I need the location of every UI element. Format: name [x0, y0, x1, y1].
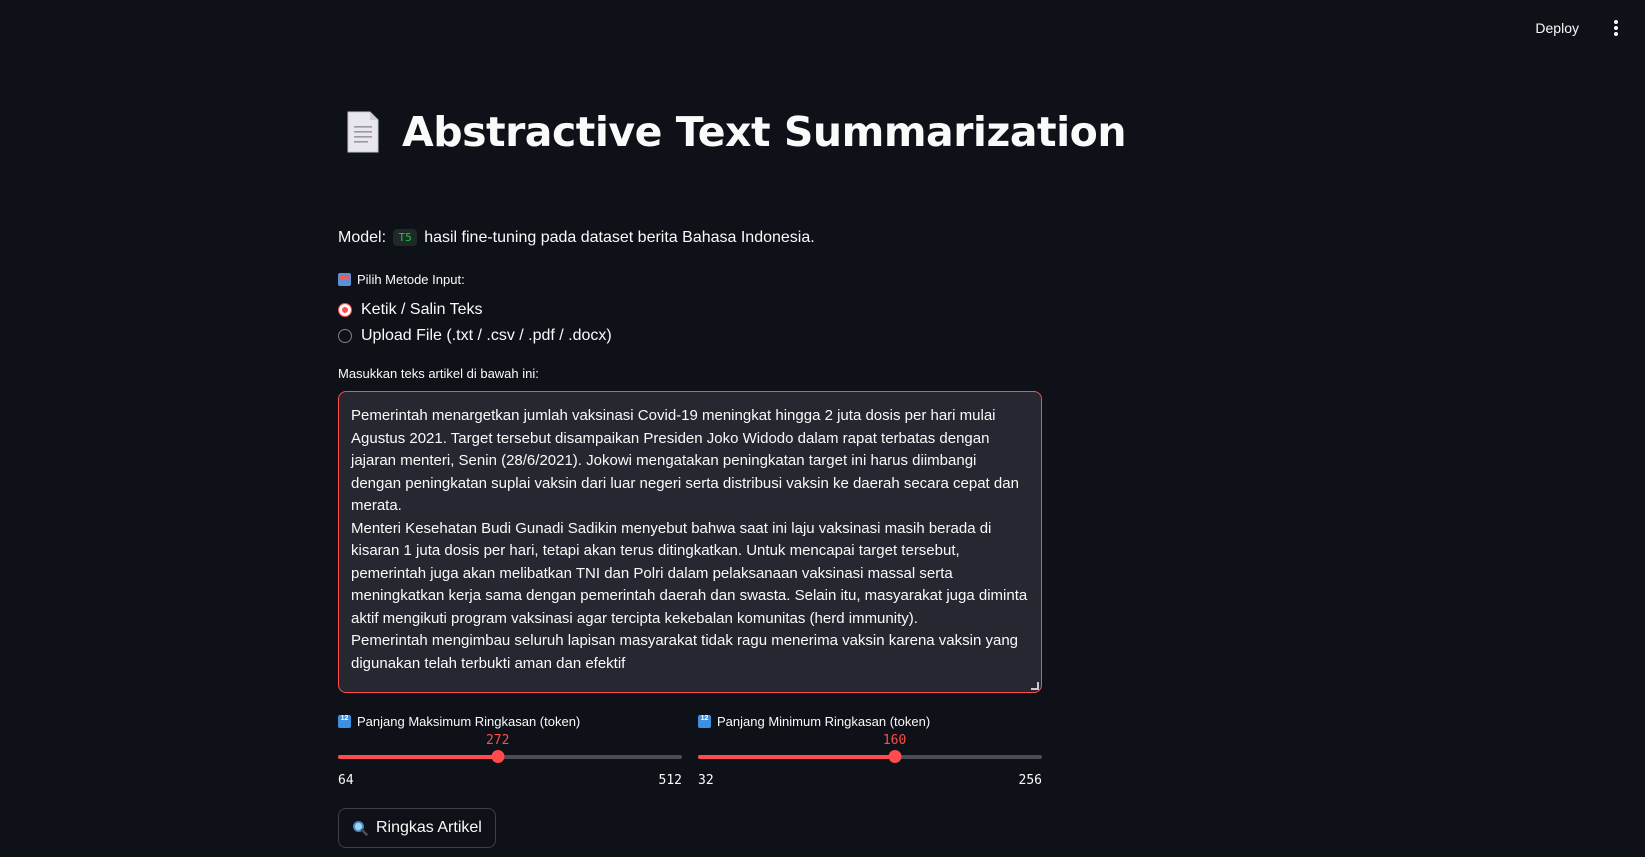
page-title-text: Abstractive Text Summarization: [402, 108, 1127, 156]
article-paragraph: Menteri Kesehatan Budi Gunadi Sadikin me…: [351, 519, 1028, 627]
slider-thumb[interactable]: [491, 750, 505, 763]
min-length-label: Panjang Minimum Ringkasan (token): [698, 712, 1042, 730]
input-method-radio-group: Ketik / Salin Teks Upload File (.txt / .…: [338, 297, 612, 349]
page-facing-up-icon: [347, 111, 379, 153]
page-title: Abstractive Text Summarization: [346, 104, 1127, 160]
magnifying-glass-icon: [353, 821, 368, 836]
model-code-badge: T5: [393, 229, 417, 246]
model-description: hasil fine-tuning pada dataset berita Ba…: [424, 229, 815, 246]
deploy-button[interactable]: Deploy: [1531, 18, 1583, 38]
max-length-max: 512: [658, 773, 682, 788]
min-length-label-text: Panjang Minimum Ringkasan (token): [717, 713, 931, 729]
slider-track[interactable]: [698, 750, 1042, 763]
inbox-tray-icon: [338, 273, 351, 286]
max-length-slider: Panjang Maksimum Ringkasan (token) 272 6…: [338, 712, 682, 788]
radio-option-upload-file[interactable]: Upload File (.txt / .csv / .pdf / .docx): [338, 323, 612, 349]
more-vert-icon[interactable]: [1609, 18, 1623, 38]
input-numbers-icon: [338, 714, 351, 728]
min-length-min: 32: [698, 773, 714, 788]
radio-option-label: Ketik / Salin Teks: [361, 301, 483, 318]
slider-thumb[interactable]: [888, 750, 902, 763]
min-length-value: 160: [882, 733, 907, 748]
summarize-button-label: Ringkas Artikel: [376, 819, 482, 836]
slider-fill: [698, 755, 895, 759]
article-textarea[interactable]: Pemerintah menargetkan jumlah vaksinasi …: [338, 391, 1042, 693]
radio-option-type-text[interactable]: Ketik / Salin Teks: [338, 297, 612, 323]
max-length-value: 272: [485, 733, 510, 748]
article-paragraph: Pemerintah menargetkan jumlah vaksinasi …: [351, 407, 1019, 514]
min-length-slider: Panjang Minimum Ringkasan (token) 160 32…: [698, 712, 1042, 788]
radio-unselected-indicator[interactable]: [338, 329, 352, 343]
min-length-max: 256: [1018, 773, 1042, 788]
article-input-label: Masukkan teks artikel di bawah ini:: [338, 366, 539, 381]
top-bar: Deploy: [0, 0, 1645, 56]
slider-track[interactable]: [338, 750, 682, 763]
radio-selected-indicator[interactable]: [338, 303, 352, 317]
radio-option-label: Upload File (.txt / .csv / .pdf / .docx): [361, 327, 612, 344]
slider-fill: [338, 755, 498, 759]
article-paragraph: Pemerintah mengimbau seluruh lapisan mas…: [351, 632, 1019, 672]
max-length-label-text: Panjang Maksimum Ringkasan (token): [357, 713, 581, 729]
input-numbers-icon: [698, 714, 711, 728]
model-info: Model: T5 hasil fine-tuning pada dataset…: [338, 229, 815, 247]
model-prefix: Model:: [338, 229, 387, 246]
max-length-min: 64: [338, 773, 354, 788]
max-length-label: Panjang Maksimum Ringkasan (token): [338, 712, 682, 730]
resize-handle[interactable]: [1031, 682, 1039, 690]
summarize-button[interactable]: Ringkas Artikel: [338, 808, 496, 848]
input-method-label-text: Pilih Metode Input:: [357, 272, 465, 287]
input-method-label: Pilih Metode Input:: [338, 272, 465, 287]
